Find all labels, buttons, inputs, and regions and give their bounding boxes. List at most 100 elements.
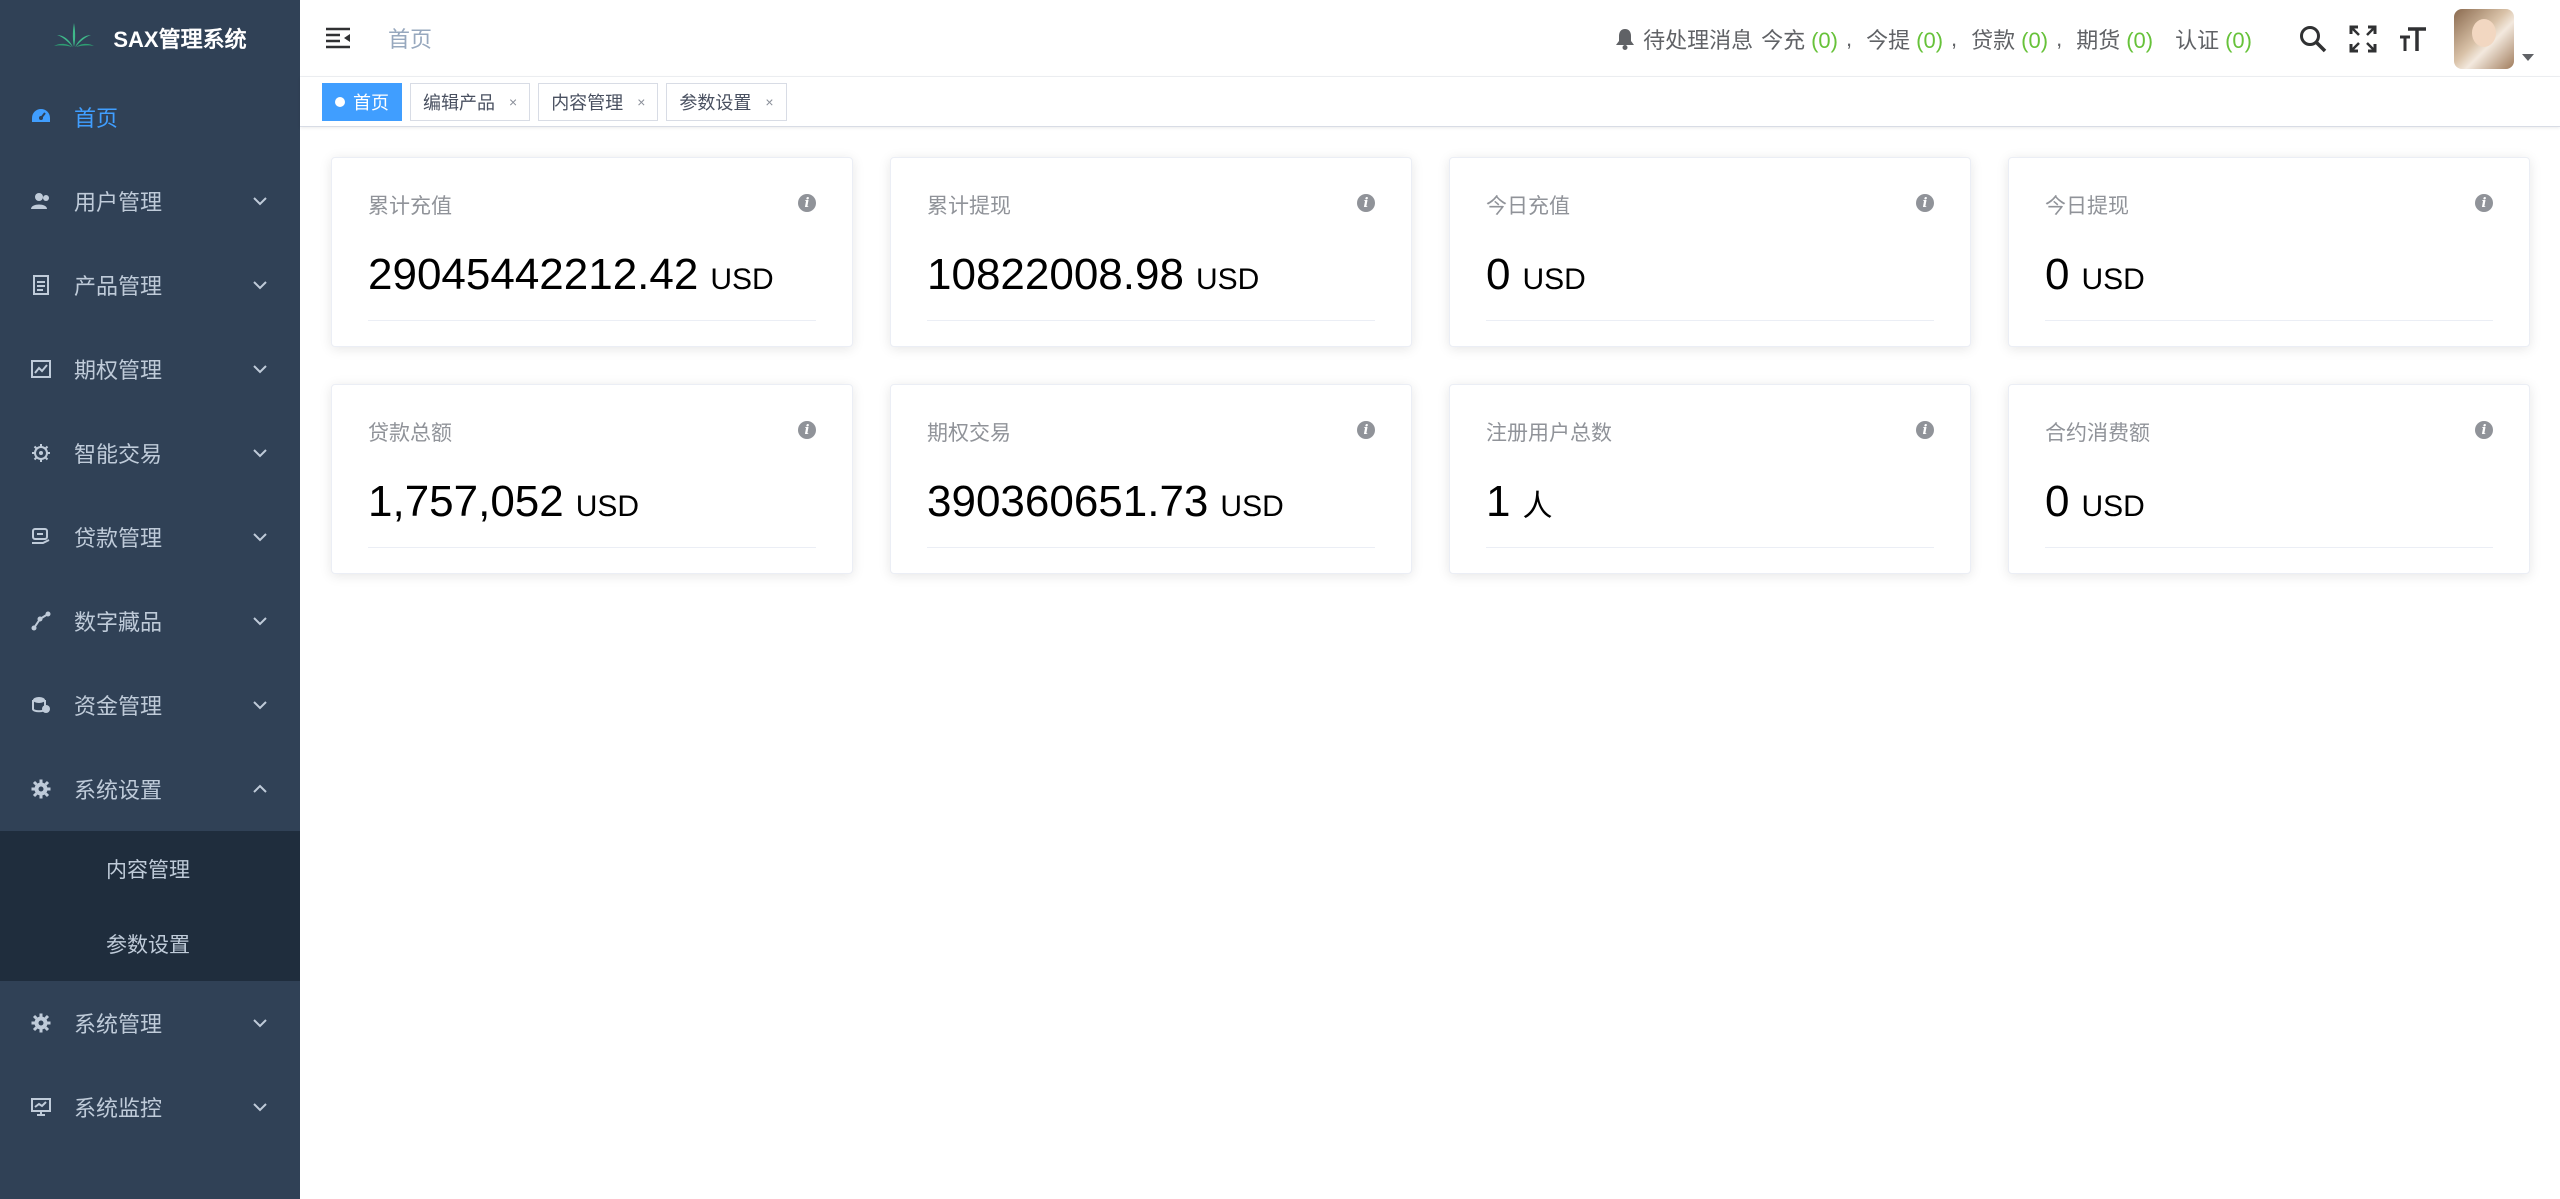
monitor-icon: [30, 1096, 52, 1118]
chevron-down-icon: [253, 617, 267, 626]
msg-item-futures[interactable]: 期货 (0): [2076, 23, 2153, 55]
chevron-down-icon: [253, 365, 267, 374]
sidebar-item-funds[interactable]: 资金管理: [0, 663, 300, 747]
font-size-icon: [2400, 26, 2426, 51]
card-divider: [368, 547, 816, 548]
close-icon[interactable]: ×: [637, 94, 645, 110]
user-icon: [30, 190, 52, 212]
card-value: 390360651.73 USD: [927, 477, 1284, 527]
card-divider: [927, 320, 1375, 321]
sidebar-item-options[interactable]: 期权管理: [0, 327, 300, 411]
msg-count: (0): [1811, 27, 1838, 53]
gear-icon: [30, 442, 52, 464]
msg-label: 期货: [2076, 27, 2121, 53]
tag-home[interactable]: 首页: [322, 82, 402, 121]
fullscreen-button[interactable]: [2348, 24, 2378, 54]
pending-messages: 待处理消息 今充 (0) , 今提 (0) , 贷款 (0) , 期货 (0) 认证 (0…: [1615, 23, 2252, 55]
navbar: 首页 待处理消息 今充 (0) , 今提 (0) , 贷款 (0) , 期货 (0) 认…: [300, 0, 2560, 77]
info-icon[interactable]: i: [1357, 194, 1375, 212]
logo[interactable]: SAX管理系统: [0, 0, 300, 75]
sidebar: SAX管理系统 首页 用户管理 产品管理 期权管理 智能交易 贷款管理 数字藏品…: [0, 0, 300, 1199]
info-icon[interactable]: i: [1357, 421, 1375, 439]
msg-item-recharge[interactable]: 今充 (0): [1761, 23, 1838, 55]
stat-card-contract-spend: 合约消费额 i 0 USD: [2008, 384, 2530, 574]
chevron-down-icon: [253, 701, 267, 710]
search-icon: [2300, 25, 2327, 52]
card-number: 0: [2045, 250, 2070, 299]
tag-edit-product[interactable]: 编辑产品 ×: [410, 82, 531, 121]
chevron-up-icon: [253, 784, 267, 793]
stat-card-total-recharge: 累计充值 i 29045442212.42 USD: [331, 157, 853, 347]
stat-card-today-withdraw: 今日提现 i 0 USD: [2008, 157, 2530, 347]
msg-count: (0): [1916, 27, 1944, 53]
card-title: 今日提现: [2045, 195, 2129, 218]
sidebar-item-system-management[interactable]: 系统管理: [0, 981, 300, 1065]
sidebar-menu: 首页 用户管理 产品管理 期权管理 智能交易 贷款管理 数字藏品 资金管理 系统…: [0, 75, 300, 831]
hamburger-menu-toggle[interactable]: [324, 24, 352, 52]
card-unit: USD: [2081, 490, 2145, 523]
sidebar-item-system-settings[interactable]: 系统设置: [0, 747, 300, 831]
stat-card-today-recharge: 今日充值 i 0 USD: [1449, 157, 1971, 347]
search-button[interactable]: [2298, 24, 2328, 54]
msg-count: (0): [2021, 27, 2049, 53]
submenu-item-parameter-settings[interactable]: 参数设置: [0, 906, 300, 981]
info-icon[interactable]: i: [798, 421, 816, 439]
msg-item-loan[interactable]: 贷款 (0): [1971, 23, 2048, 55]
card-title: 累计提现: [927, 195, 1011, 218]
msg-item-withdraw[interactable]: 今提 (0): [1866, 23, 1943, 55]
card-unit: USD: [1195, 263, 1260, 296]
card-number: 1: [1486, 477, 1511, 526]
caret-down-icon: [2522, 53, 2534, 61]
card-title: 合约消费额: [2045, 422, 2150, 445]
active-dot-icon: [335, 96, 345, 107]
msg-item-verify[interactable]: 认证 (0): [2175, 23, 2252, 55]
msg-count: (0): [2225, 27, 2252, 53]
document-icon: [30, 274, 52, 296]
tag-parameter-settings[interactable]: 参数设置 ×: [666, 82, 787, 121]
info-icon[interactable]: i: [1916, 421, 1934, 439]
leaf-logo-icon: [53, 21, 95, 54]
sidebar-item-loans[interactable]: 贷款管理: [0, 495, 300, 579]
sidebar-item-label: 产品管理: [74, 274, 163, 299]
card-divider: [1486, 547, 1934, 548]
card-divider: [2045, 547, 2493, 548]
sidebar-item-products[interactable]: 产品管理: [0, 243, 300, 327]
card-title: 累计充值: [368, 195, 452, 218]
info-icon[interactable]: i: [798, 194, 816, 212]
close-icon[interactable]: ×: [765, 94, 773, 110]
close-icon[interactable]: ×: [509, 94, 517, 110]
stat-card-registered-users: 注册用户总数 i 1人: [1449, 384, 1971, 574]
font-size-button[interactable]: [2398, 24, 2428, 54]
card-number: 29045442212.42: [368, 250, 699, 299]
sidebar-item-users[interactable]: 用户管理: [0, 159, 300, 243]
info-icon[interactable]: i: [2475, 194, 2493, 212]
sidebar-item-nft[interactable]: 数字藏品: [0, 579, 300, 663]
info-icon[interactable]: i: [2475, 421, 2493, 439]
submenu-item-content-management[interactable]: 内容管理: [0, 831, 300, 906]
user-avatar-dropdown[interactable]: [2454, 8, 2534, 69]
card-unit: USD: [575, 490, 640, 523]
stat-card-options-trade: 期权交易 i 390360651.73 USD: [890, 384, 1412, 574]
chevron-down-icon: [253, 1019, 267, 1028]
sidebar-item-label: 用户管理: [74, 190, 163, 215]
tag-content-management[interactable]: 内容管理 ×: [538, 82, 659, 121]
sidebar-item-system-monitor[interactable]: 系统监控: [0, 1065, 300, 1149]
sidebar-item-home[interactable]: 首页: [0, 75, 300, 159]
card-value: 10822008.98 USD: [927, 250, 1259, 300]
breadcrumb[interactable]: 首页: [388, 22, 432, 54]
pending-messages-label: 待处理消息: [1643, 27, 1754, 53]
card-title: 贷款总额: [368, 422, 452, 445]
chevron-down-icon: [253, 449, 267, 458]
card-divider: [1486, 320, 1934, 321]
avatar: [2454, 8, 2514, 69]
card-unit: USD: [710, 263, 774, 296]
tag-label: 编辑产品: [423, 92, 495, 113]
card-divider: [368, 320, 816, 321]
card-value: 0 USD: [2045, 250, 2145, 300]
sidebar-item-smart-trade[interactable]: 智能交易: [0, 411, 300, 495]
card-divider: [2045, 320, 2493, 321]
info-icon[interactable]: i: [1916, 194, 1934, 212]
card-title: 注册用户总数: [1486, 422, 1612, 445]
bell-icon[interactable]: [1615, 28, 1635, 50]
card-unit: USD: [1220, 490, 1284, 523]
